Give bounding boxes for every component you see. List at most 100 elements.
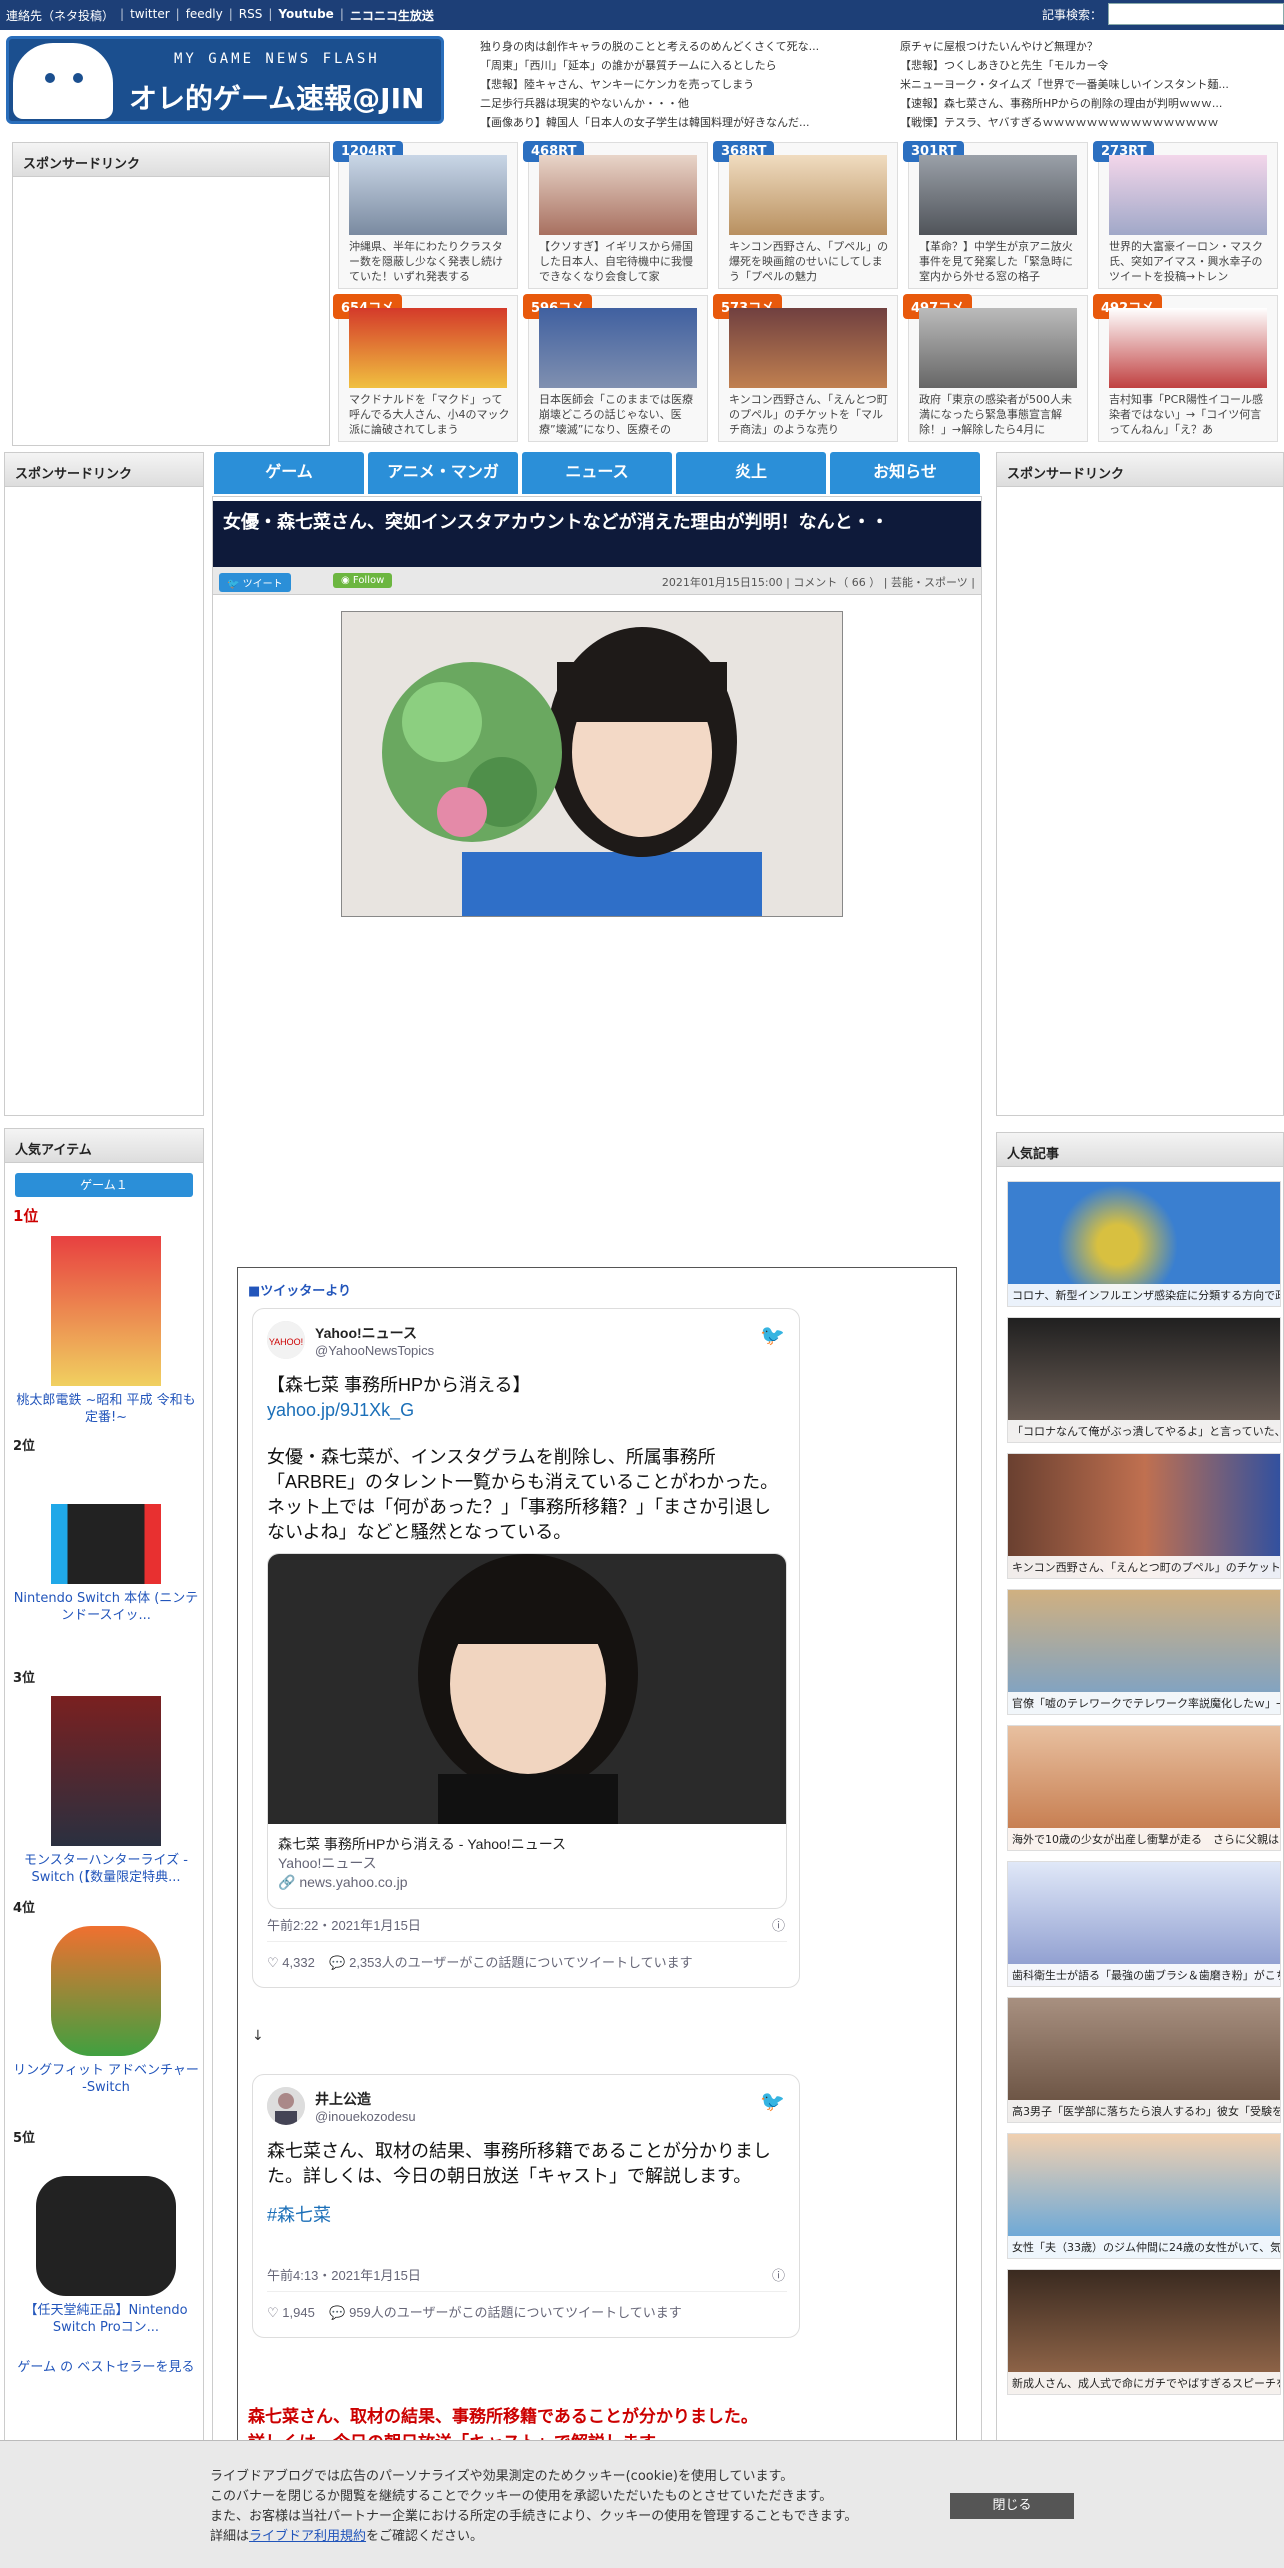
rank-card[interactable]: 301RT 【革命？】中学生が京アニ放火事件を見て発案した「緊急時に室内から外せる… [903,141,1088,289]
twitter-bird-icon[interactable]: 🐦 [760,2089,785,2114]
tweet-body: 【森七菜 事務所HPから消える】 yahoo.jp/9J1Xk_G 女優・森七菜… [267,1373,787,1545]
headline-link[interactable]: 二足歩行兵器は現実的やないんか・・・他 [480,95,880,114]
article-caption: 海外で10歳の少女が出産し衝撃が走る さらに父親はまさかの・・・ [1008,1828,1280,1850]
article: 女優・森七菜さん、突如インスタアカウントなどが消えた理由が判明！なんと・・ 🐦 … [212,496,982,2568]
tab-anime-manga[interactable]: アニメ・マンガ [368,452,518,494]
tab-news[interactable]: ニュース [522,452,672,494]
rank-card[interactable]: 596コメ日本医師会「このままでは医療崩壊どころの話じゃない、医療”壊滅”になり… [523,294,708,442]
heart-icon[interactable]: ♡ [267,2305,279,2320]
follow-button[interactable]: ◉ Follow [333,573,393,588]
items-tab-game1[interactable]: ゲーム１ [15,1173,193,1197]
rank-thumbnail [349,155,507,235]
article-meta: 🐦 ツイート ◉ Follow 2021年01月15日15:00 | コメント（… [213,567,981,595]
tweet-link[interactable]: yahoo.jp/9J1Xk_G [267,1398,787,1423]
tweet-author-handle[interactable]: @YahooNewsTopics [315,1343,434,1358]
sponsor-box-left: スポンサードリンク [4,452,204,1116]
headline-link[interactable]: 米ニューヨーク・タイムズ「世界で一番美味しいインスタント麺... [900,76,1284,95]
headline-link[interactable]: 独り身の肉は創作キャラの脱のことと考えるのめんどくさくて死な... [480,38,880,57]
item-entry[interactable]: 3位 モンスターハンターライズ -Switch (【数量限定特典... [13,1667,199,1886]
item-name[interactable]: リングフィット アドベンチャー -Switch [13,2062,199,2096]
headline-link[interactable]: 原チャに屋根つけたいんやけど無理か？ [900,38,1284,57]
tweet-button[interactable]: 🐦 ツイート [219,573,291,592]
info-icon[interactable]: ⓘ [772,1915,785,1934]
item-entry[interactable]: 5位 【任天堂純正品】Nintendo Switch Proコン... [13,2127,199,2336]
twitter-link[interactable]: twitter [130,7,170,24]
tweet-author-handle[interactable]: @inouekozodesu [315,2109,416,2124]
rank-card[interactable]: 273RT 世界的大富豪イーロン・マスク氏、突如アイマス・興水幸子のツイートを投稿… [1093,141,1278,289]
talking-count[interactable]: 2,353人のユーザーがこの話題についてツイートしています [349,1955,693,1970]
link-card[interactable]: 森七菜 事務所HPから消える - Yahoo!ニュース Yahoo!ニュース 🔗… [267,1553,787,1909]
terms-link[interactable]: ライブドア利用規約 [249,2529,366,2544]
site-logo[interactable]: MY GAME NEWS FLASH オレ的ゲーム速報@JIN [6,36,444,124]
item-rank: 4位 [13,1901,36,1916]
tab-game[interactable]: ゲーム [214,452,364,494]
cookie-close-button[interactable]: 閉じる [950,2493,1074,2519]
headline-link[interactable]: 【画像あり】韓国人「日本人の女子学生は韓国料理が好きなんだ... [480,114,880,133]
item-name[interactable]: モンスターハンターライズ -Switch (【数量限定特典... [13,1852,199,1886]
info-icon[interactable]: ⓘ [772,2265,785,2284]
avatar[interactable] [267,2087,305,2125]
item-name[interactable]: 【任天堂純正品】Nintendo Switch Proコン... [13,2302,199,2336]
heart-icon[interactable]: ♡ [267,1955,279,1970]
rss-link[interactable]: RSS [239,7,263,24]
popular-article[interactable]: 女性「夫（33歳）のジム仲間に24歳の女性がいて、気持ち悪いんだが・・・」 [1007,2133,1281,2259]
embedded-tweet-1[interactable]: YAHOO! Yahoo!ニュース @YahooNewsTopics 🐦 【森七… [252,1308,800,1988]
comment-count[interactable]: コメント（ 66 ） [793,576,880,589]
item-entry[interactable]: 1位 桃太郎電鉄 ~昭和 平成 令和も定番!~ [13,1205,199,1426]
cookie-line: ライブドアブログでは広告のパーソナライズや効果測定のためクッキー(cookie)… [210,2469,794,2484]
rank-card[interactable]: 497コメ政府「東京の感染者が500人未満になったら緊急事態宣言解除！」→解除し… [903,294,1088,442]
item-entry[interactable]: 2位 Nintendo Switch 本体 (ニンテンドースイッ... [13,1435,199,1624]
rank-thumbnail [1109,308,1267,388]
tweet-text: 女優・森七菜が、インスタグラムを削除し、所属事務所「ARBRE」のタレント一覧か… [267,1447,779,1542]
comment-icon[interactable]: 💬 [329,1955,345,1970]
popular-article[interactable]: 歯科衛生士が語る「最強の歯ブラシ＆歯磨き粉」がこちら！これさえ使えば間違いなし！ [1007,1861,1281,1987]
tab-notice[interactable]: お知らせ [830,452,980,494]
popular-header: 人気記事 [997,1133,1283,1167]
popular-article[interactable]: 海外で10歳の少女が出産し衝撃が走る さらに父親はまさかの・・・ [1007,1725,1281,1851]
headline-link[interactable]: 【速報】森七菜さん、事務所HPからの削除の理由が判明ｗｗｗ... [900,95,1284,114]
popular-article[interactable]: コロナ、新型インフルエンザ感染症に分類する方向で政府が検討！ってことはつまり・・… [1007,1181,1281,1307]
twitter-bird-icon[interactable]: 🐦 [760,1323,785,1348]
rank-card[interactable]: 492コメ吉村知事「PCR陽性イコール感染者ではない」→「コイツ何言ってんねん」… [1093,294,1278,442]
item-image [51,1236,161,1386]
tweet-author-name[interactable]: Yahoo!ニュース [315,1323,417,1343]
rank-card[interactable]: 1204RT 沖縄県、半年にわたりクラスター数を隠蔽し少なく発表し続けていた！いず… [333,141,518,289]
headline-link[interactable]: 【戦慄】テスラ、ヤバすぎるｗｗｗｗｗｗｗｗｗｗｗｗｗｗｗｗ [900,114,1284,133]
item-entry[interactable]: 4位リングフィット アドベンチャー -Switch [13,1897,199,2096]
twitter-section: ■ツイッターより YAHOO! Yahoo!ニュース @YahooNewsTop… [237,1267,957,2567]
headline-link[interactable]: 【悲報】つくしあきひと先生「モルカー令 [900,57,1284,76]
card-url: news.yahoo.co.jp [299,1874,408,1890]
rank-card[interactable]: 368RT キンコン西野さん、「プペル」の爆死を映画館のせいにしてしまう「プペルの… [713,141,898,289]
article-caption: 歯科衛生士が語る「最強の歯ブラシ＆歯磨き粉」がこちら！これさえ使えば間違いなし！ [1008,1964,1280,1986]
contact-link[interactable]: 連絡先（ネタ投稿） [6,7,114,24]
search-input[interactable] [1108,3,1284,25]
search-label: 記事検索： [1041,7,1102,22]
feedly-link[interactable]: feedly [186,7,223,24]
tweet-timestamp[interactable]: 午前4:13・2021年1月15日 [267,2265,421,2284]
rank-card[interactable]: 573コメキンコン西野さん、「えんとつ町のプペル」のチケットを「マルチ商法」のよ… [713,294,898,442]
item-name[interactable]: Nintendo Switch 本体 (ニンテンドースイッ... [13,1590,199,1624]
avatar[interactable]: YAHOO! [267,1321,305,1359]
tweet-timestamp[interactable]: 午前2:22・2021年1月15日 [267,1915,421,1934]
headline-link[interactable]: 【悲報】陸キャさん、ヤンキーにケンカを売ってしまう [480,76,880,95]
talking-count[interactable]: 959人のユーザーがこの話題についてツイートしています [349,2305,682,2320]
tweet-author-name[interactable]: 井上公造 [315,2089,371,2109]
article-hero-image [341,611,843,917]
popular-article[interactable]: キンコン西野さん、「えんとつ町のプペル」のチケットを「マルチ商法」のような売り方… [1007,1453,1281,1579]
hashtag-link[interactable]: #森七菜 [267,2203,787,2228]
popular-article[interactable]: 「コロナなんて俺がぶっ潰してやるよ」と言っていた、新成人さん本人のツイッターの反… [1007,1317,1281,1443]
niconico-link[interactable]: ニコニコ生放送 [350,9,434,23]
youtube-link[interactable]: Youtube [278,7,333,21]
popular-article[interactable]: 高3男子「医学部に落ちたら浪人するわ」彼女「受験をするまで待ってる」→三浪を経て… [1007,1997,1281,2123]
embedded-tweet-2[interactable]: 井上公造 @inouekozodesu 🐦 森七菜さん、取材の結果、事務所移籍で… [252,2074,800,2338]
category-link[interactable]: 芸能・スポーツ [891,576,968,589]
comment-icon[interactable]: 💬 [329,2305,345,2320]
rank-card[interactable]: 654コメマクドナルドを「マクド」って呼んでる大人さん、小4のマック派に論破され… [333,294,518,442]
item-name[interactable]: 桃太郎電鉄 ~昭和 平成 令和も定番!~ [13,1392,199,1426]
tab-enjo[interactable]: 炎上 [676,452,826,494]
bestseller-link[interactable]: ゲーム の ベストセラーを見る [13,2359,199,2376]
rank-card[interactable]: 468RT 【クソすぎ】イギリスから帰国した日本人、自宅待機中に我慢できなくなり会… [523,141,708,289]
popular-article[interactable]: 官僚「嘘のテレワークでテレワーク率説魔化したｗ」→河野太郎「ふむ」 [1007,1589,1281,1715]
popular-article[interactable]: 新成人さん、成人式で命にガチでやばすぎるスピーチをしていた、市長ガチギレ・・・そ… [1007,2269,1281,2395]
headline-link[interactable]: 「周東」「西川」「延本」の誰かが暴質チームに入るとしたら [480,57,880,76]
